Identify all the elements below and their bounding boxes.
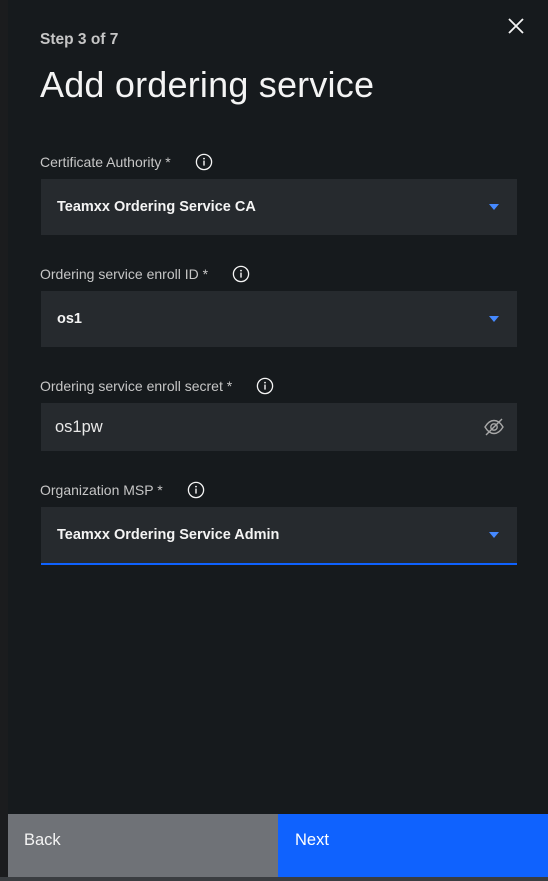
chevron-down-icon xyxy=(489,316,499,322)
step-indicator: Step 3 of 7 xyxy=(40,31,119,48)
enroll-secret-label-text: Ordering service enroll secret * xyxy=(40,378,233,394)
information-icon[interactable] xyxy=(195,153,213,171)
information-icon[interactable] xyxy=(256,377,274,395)
certificate-authority-label: Certificate Authority * xyxy=(40,153,213,171)
close-icon[interactable] xyxy=(504,14,528,38)
back-button[interactable]: Back xyxy=(8,814,278,877)
enroll-secret-input[interactable]: os1pw xyxy=(41,403,517,451)
enroll-id-value: os1 xyxy=(57,311,82,327)
certificate-authority-dropdown[interactable]: Teamxx Ordering Service CA xyxy=(41,179,517,235)
bottom-divider xyxy=(0,877,548,881)
eye-hidden-icon[interactable] xyxy=(483,416,505,438)
enroll-id-label-text: Ordering service enroll ID * xyxy=(40,266,209,282)
next-button[interactable]: Next xyxy=(278,814,548,877)
enroll-id-dropdown[interactable]: os1 xyxy=(41,291,517,347)
enroll-id-label: Ordering service enroll ID * xyxy=(40,265,250,283)
enroll-secret-value: os1pw xyxy=(55,417,103,436)
enroll-secret-label: Ordering service enroll secret * xyxy=(40,377,274,395)
chevron-down-icon xyxy=(489,204,499,210)
certificate-authority-value: Teamxx Ordering Service CA xyxy=(57,199,256,215)
organization-msp-dropdown[interactable]: Teamxx Ordering Service Admin xyxy=(41,507,517,565)
background-page-edge xyxy=(0,0,8,881)
organization-msp-label-text: Organization MSP * xyxy=(40,482,163,498)
information-icon[interactable] xyxy=(232,265,250,283)
panel-title: Add ordering service xyxy=(40,64,375,105)
information-icon[interactable] xyxy=(187,481,205,499)
chevron-down-icon xyxy=(489,532,499,538)
certificate-authority-label-text: Certificate Authority * xyxy=(40,154,171,170)
organization-msp-label: Organization MSP * xyxy=(40,481,205,499)
organization-msp-value: Teamxx Ordering Service Admin xyxy=(57,527,280,543)
